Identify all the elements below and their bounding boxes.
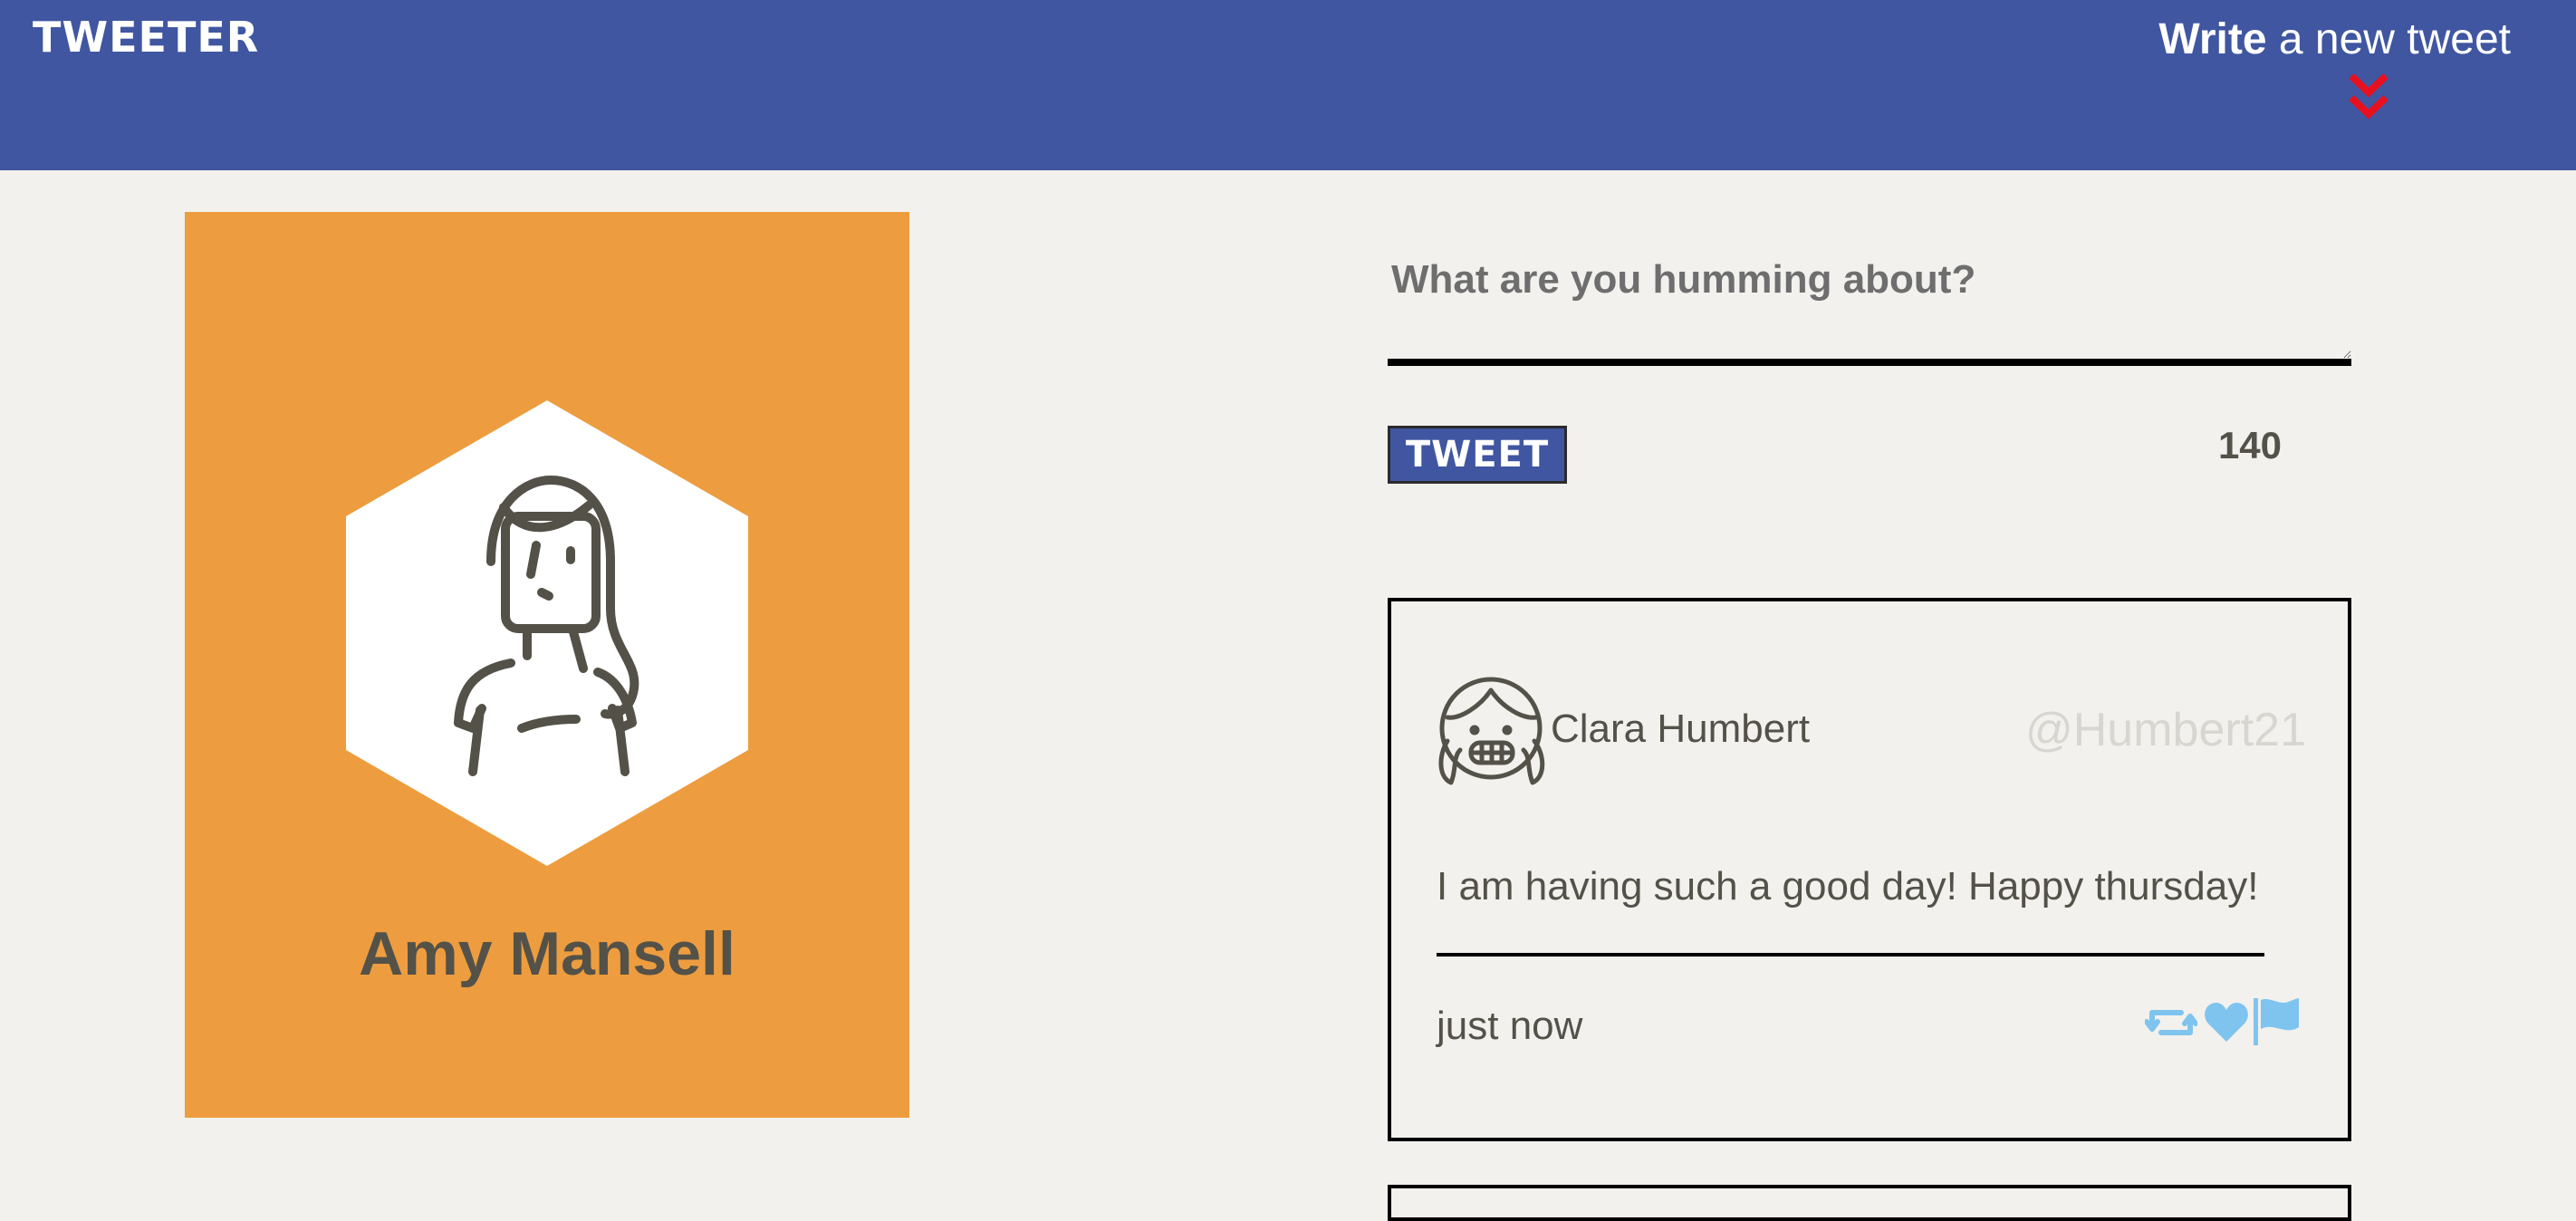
write-label-rest: a new tweet [2266, 15, 2511, 63]
double-chevron-down-icon[interactable] [2346, 71, 2391, 125]
profile-card: Amy Mansell [185, 212, 909, 1118]
heart-icon[interactable] [2203, 1000, 2250, 1045]
girl-avatar-icon [1438, 677, 1545, 785]
profile-name: Amy Mansell [359, 919, 735, 988]
tweet-divider [1437, 953, 2264, 957]
navbar: TWEETER Write a new tweet [0, 0, 2576, 170]
tweet-timestamp: just now [1437, 1004, 1583, 1048]
woman-avatar-icon [346, 400, 748, 866]
app-logo[interactable]: TWEETER [33, 13, 259, 62]
tweet-button[interactable]: TWEET [1388, 426, 1567, 484]
tweet-author-handle: @Humbert21 [2024, 704, 2306, 756]
write-new-tweet-toggle[interactable]: Write a new tweet [2158, 13, 2527, 121]
tweet-compose-input[interactable] [1388, 239, 2351, 366]
character-counter: 140 [2217, 424, 2283, 466]
write-new-tweet-label[interactable]: Write a new tweet [2158, 14, 2511, 64]
tweet-text: I am having such a good day! Happy thurs… [1437, 864, 2259, 909]
tweet-author-name: Clara Humbert [1551, 707, 1811, 751]
write-label-bold: Write [2158, 15, 2267, 63]
retweet-icon[interactable] [2145, 1000, 2197, 1045]
tweet-card [1388, 1185, 2351, 1221]
tweet-card: Clara Humbert @Humbert21 I am having suc… [1388, 598, 2351, 1141]
flag-icon[interactable] [2252, 996, 2301, 1047]
